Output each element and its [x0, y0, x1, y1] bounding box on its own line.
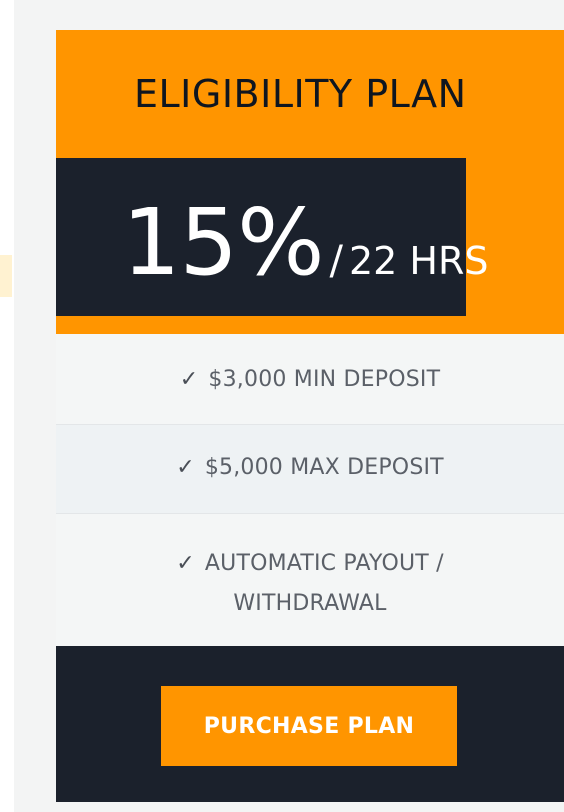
feature-max-deposit: ✓ $5,000 MAX DEPOSIT	[56, 425, 564, 514]
rate-percent: 15%	[122, 189, 324, 296]
feature-text: $3,000 MIN DEPOSIT	[208, 367, 441, 392]
checkmark-icon: ✓	[176, 455, 195, 480]
checkmark-icon: ✓	[179, 367, 199, 392]
feature-list: ✓ $3,000 MIN DEPOSIT ✓ $5,000 MAX DEPOSIT …	[56, 336, 564, 644]
plan-footer: PURCHASE PLAN	[56, 646, 564, 802]
feature-text: $5,000 MAX DEPOSIT	[204, 455, 444, 480]
side-accent	[0, 255, 12, 297]
left-edge-strip	[0, 0, 14, 812]
plan-header: ELIGIBILITY PLAN 15%/22 HRS	[56, 30, 564, 334]
feature-text-line2: WITHDRAWAL	[233, 591, 387, 616]
rate-duration: 22 HRS	[348, 239, 489, 283]
feature-text-line1: AUTOMATIC PAYOUT /	[204, 551, 444, 576]
purchase-plan-button[interactable]: PURCHASE PLAN	[161, 686, 457, 766]
checkmark-icon: ✓	[176, 551, 195, 576]
pricing-card: ELIGIBILITY PLAN 15%/22 HRS ✓ $3,000 MIN …	[56, 30, 564, 802]
rate-line: 15%/22 HRS	[122, 188, 489, 298]
page: ELIGIBILITY PLAN 15%/22 HRS ✓ $3,000 MIN …	[0, 0, 564, 812]
feature-min-deposit: ✓ $3,000 MIN DEPOSIT	[56, 336, 564, 425]
plan-title: ELIGIBILITY PLAN	[134, 72, 467, 116]
feature-automatic-payout: ✓ AUTOMATIC PAYOUT / WITHDRAWAL	[56, 514, 564, 644]
rate-separator: /	[329, 238, 343, 284]
